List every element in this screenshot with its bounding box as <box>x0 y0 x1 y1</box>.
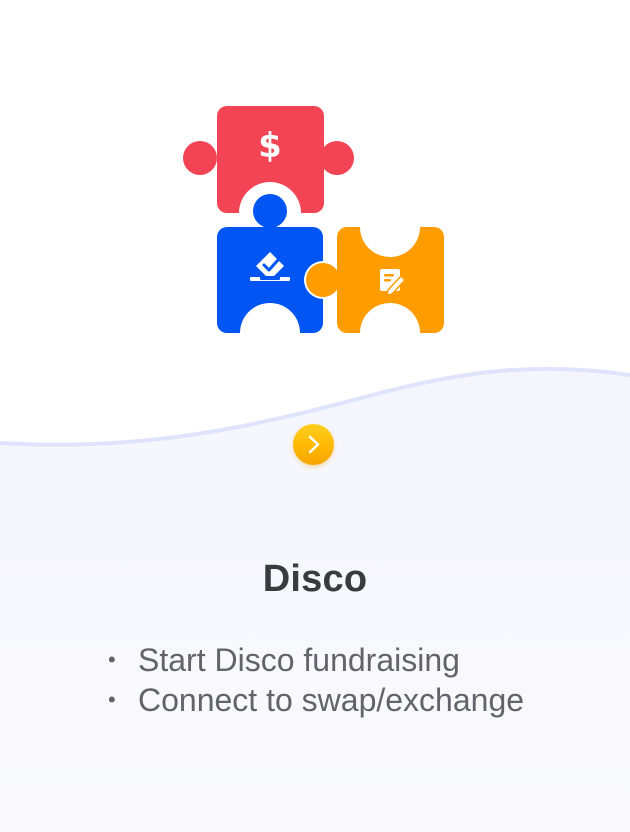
dollar-icon: $ <box>258 126 282 166</box>
list-item: • Connect to swap/exchange <box>108 680 524 720</box>
puzzle-pieces-icon: $ <box>180 100 450 363</box>
svg-text:$: $ <box>258 126 282 166</box>
next-button[interactable] <box>293 424 334 465</box>
bullet-icon: • <box>108 687 116 712</box>
orange-puzzle-piece <box>306 197 444 363</box>
bullet-icon: • <box>108 647 116 672</box>
list-item-text: Connect to swap/exchange <box>138 681 525 718</box>
feature-list: • Start Disco fundraising • Connect to s… <box>108 640 524 720</box>
list-item: • Start Disco fundraising <box>108 640 524 680</box>
chevron-right-icon <box>308 435 320 454</box>
list-item-text: Start Disco fundraising <box>138 641 460 678</box>
page-title: Disco <box>262 558 368 600</box>
